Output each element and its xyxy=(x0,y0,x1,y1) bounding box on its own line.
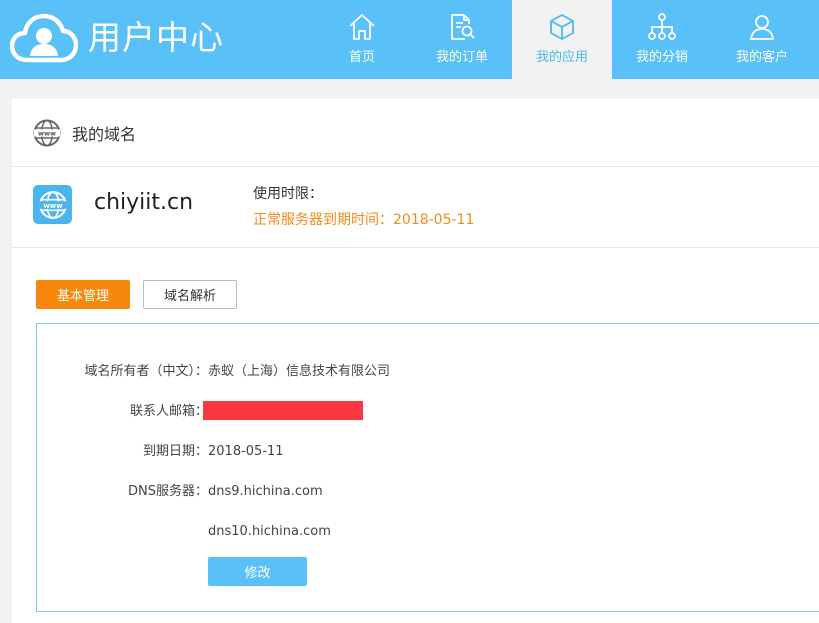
panel-header: www 我的域名 xyxy=(12,99,819,167)
domain-name: chiyiit.cn xyxy=(94,190,194,215)
www-globe-icon: www xyxy=(38,190,67,219)
svg-text:www: www xyxy=(43,201,63,209)
app-title: 用户中心 xyxy=(88,18,224,57)
nav-orders-label: 我的订单 xyxy=(435,50,488,65)
cloud-user-icon xyxy=(10,13,78,63)
home-icon xyxy=(347,12,377,42)
svg-text:www: www xyxy=(38,129,56,137)
expire-value: 2018-05-11 xyxy=(208,444,284,459)
cube-icon xyxy=(547,12,577,42)
order-search-icon xyxy=(447,12,477,42)
dns-label: DNS服务器： xyxy=(128,484,208,499)
nav-distribution[interactable]: 我的分销 xyxy=(612,0,712,79)
domain-panel: www 我的域名 www chiyiit.cn 使用时限： 正常服务器到期时间：… xyxy=(12,99,819,623)
nav-customers[interactable]: 我的客户 xyxy=(712,0,812,79)
main-nav: 首页 我的订单 我的应用 我的分销 我的客户 xyxy=(312,0,812,79)
domain-icon: www xyxy=(33,185,72,224)
user-icon xyxy=(747,12,777,42)
domain-summary: www chiyiit.cn 使用时限： 正常服务器到期时间：2018-05-1… xyxy=(12,168,819,248)
dns-value-1: dns9.hichina.com xyxy=(208,484,323,499)
nav-apps-label: 我的应用 xyxy=(535,50,588,65)
logo[interactable]: 用户中心 xyxy=(10,12,224,64)
usage-label: 使用时限： xyxy=(253,186,323,202)
edit-button[interactable]: 修改 xyxy=(208,557,307,586)
owner-label: 域名所有者（中文）： xyxy=(84,364,208,379)
nav-apps[interactable]: 我的应用 xyxy=(512,0,612,79)
email-label: 联系人邮箱： xyxy=(129,404,208,419)
expire-notice: 正常服务器到期时间：2018-05-11 xyxy=(253,212,475,228)
email-redaction xyxy=(203,401,363,420)
nav-customers-label: 我的客户 xyxy=(735,50,788,65)
hierarchy-icon xyxy=(647,12,677,42)
expire-label: 到期日期： xyxy=(142,444,208,459)
panel-title: 我的域名 xyxy=(72,124,137,144)
top-header: 用户中心 首页 我的订单 我的应用 我的分销 我的客户 xyxy=(0,0,819,79)
www-globe-icon: www xyxy=(33,119,61,146)
tab-dns-resolution[interactable]: 域名解析 xyxy=(143,280,237,309)
domain-info-box: 域名所有者（中文）： 赤蚁（上海）信息技术有限公司 联系人邮箱： 到期日期： 2… xyxy=(36,323,819,612)
dns-value-2: dns10.hichina.com xyxy=(208,524,331,539)
owner-value: 赤蚁（上海）信息技术有限公司 xyxy=(208,364,391,379)
nav-distribution-label: 我的分销 xyxy=(635,50,688,65)
nav-orders[interactable]: 我的订单 xyxy=(412,0,512,79)
tab-basic-management[interactable]: 基本管理 xyxy=(36,280,130,309)
nav-home[interactable]: 首页 xyxy=(312,0,412,79)
nav-home-label: 首页 xyxy=(348,50,375,65)
